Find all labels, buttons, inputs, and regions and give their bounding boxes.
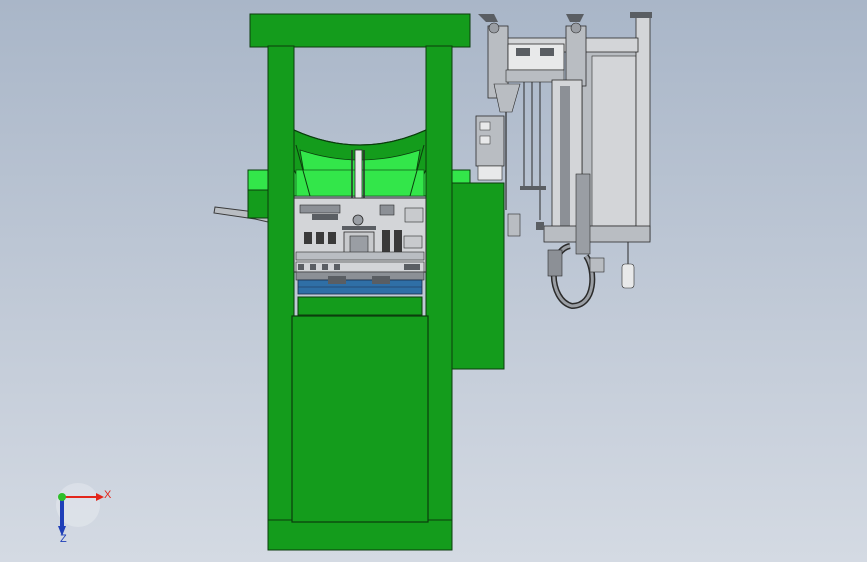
conveyor-tray [295,271,425,295]
cad-viewport[interactable]: X Z [0,0,867,562]
z-axis-label: Z [60,533,67,545]
x-axis-label: X [104,489,112,501]
x-axis-arrow [96,493,104,501]
axis-triad: X Z [56,483,112,545]
side-housing [451,182,505,370]
y-axis-dot [58,493,66,501]
machine-drawing: X Z [56,12,652,551]
